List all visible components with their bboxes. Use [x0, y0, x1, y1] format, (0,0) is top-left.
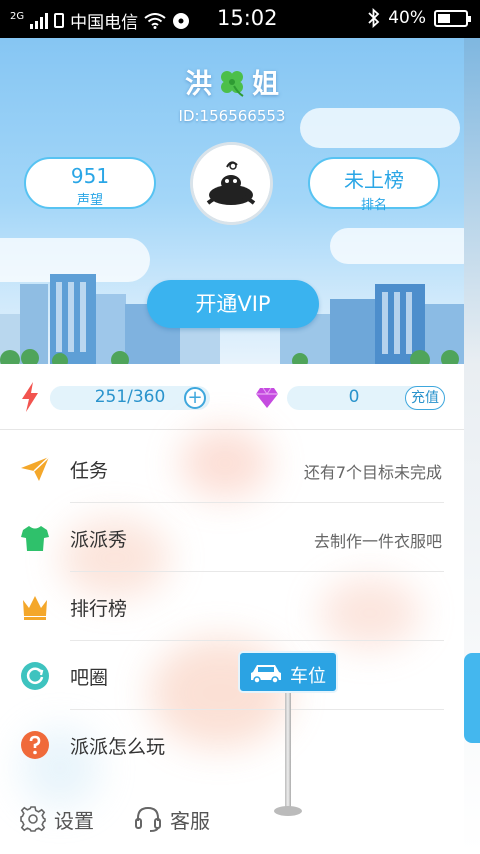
drawer-handle[interactable] [464, 653, 480, 743]
reputation-value: 951 [70, 164, 110, 188]
menu-item-hint: 还有7个目标未完成 [303, 463, 442, 482]
refresh-circle-icon [21, 662, 49, 690]
gem-value: 0 [348, 387, 360, 407]
menu-item-leaderboard[interactable]: 排行榜 [0, 572, 464, 641]
avatar-character-icon [193, 145, 270, 222]
rank-pill[interactable]: 未上榜 排名 [308, 157, 440, 213]
parking-spot-label: 车位 [290, 666, 326, 687]
menu-item-label: 吧圈 [70, 667, 109, 689]
add-energy-button[interactable]: + [184, 387, 206, 409]
menu-item-label: 派派秀 [70, 529, 128, 551]
service-label: 客服 [170, 808, 210, 833]
reputation-pill[interactable]: 951 声望 [24, 157, 156, 209]
menu-item-tasks[interactable]: 任务 还有7个目标未完成 [0, 434, 464, 503]
energy-bolt-icon [22, 382, 38, 412]
reputation-label: 声望 [76, 193, 103, 208]
profile-header: 洪 姐 ID:156566553 951 声望 未上榜 排名 开通VIP [0, 38, 464, 364]
background-page-edge [464, 38, 480, 854]
menu-item-label: 派派怎么玩 [70, 736, 166, 758]
menu-item-paipai-show[interactable]: 派派秀 去制作一件衣服吧 [0, 503, 464, 572]
resource-row: 251/360 + 0 充值 [0, 364, 464, 430]
menu-item-label: 任务 [70, 460, 109, 482]
clock: 15:02 [217, 6, 278, 30]
battery-icon [434, 9, 471, 27]
tshirt-icon [21, 526, 49, 551]
status-bar: 2G 中国电信 15:02 40% [0, 0, 480, 38]
menu-item-bar-circle[interactable]: 吧圈 [0, 641, 464, 710]
sign-pole-base [274, 806, 302, 816]
customer-service-button[interactable]: 客服 [134, 802, 210, 836]
battery-percent: 40% [388, 8, 426, 28]
user-name: 洪 姐 [0, 62, 464, 101]
car-icon [251, 665, 281, 684]
question-icon [21, 731, 49, 759]
menu-item-hint: 去制作一件衣服吧 [313, 532, 442, 551]
gear-icon [20, 806, 46, 832]
signal-icon [30, 12, 49, 29]
recharge-button[interactable]: 充值 [405, 386, 445, 410]
diamond-icon [256, 388, 278, 408]
status-right: 40% [368, 8, 471, 28]
disc-icon [173, 12, 190, 29]
settings-button[interactable]: 设置 [20, 802, 94, 836]
sign-pole [285, 693, 291, 809]
clover-icon [221, 70, 244, 97]
crown-icon [23, 596, 47, 620]
menu-item-how-to-play[interactable]: 派派怎么玩 [0, 710, 464, 779]
sim-icon [54, 13, 65, 28]
user-name-first: 洪 [185, 69, 212, 100]
status-left: 2G 中国电信 [10, 8, 190, 33]
parking-spot-button[interactable]: 车位 [238, 651, 338, 693]
avatar[interactable] [190, 142, 273, 225]
side-drawer: 洪 姐 ID:156566553 951 声望 未上榜 排名 开通VIP 251… [0, 38, 464, 854]
rank-label: 排名 [360, 198, 387, 213]
user-id: ID:156566553 [178, 107, 286, 125]
network-type: 2G [10, 11, 25, 22]
menu-item-label: 排行榜 [70, 598, 128, 620]
wifi-icon [144, 12, 166, 29]
bluetooth-icon [368, 8, 380, 28]
user-name-last: 姐 [252, 69, 279, 100]
paper-plane-icon [21, 456, 50, 481]
rank-value: 未上榜 [344, 168, 404, 192]
headset-icon [135, 806, 161, 832]
carrier-name: 中国电信 [70, 13, 139, 33]
settings-label: 设置 [54, 808, 94, 833]
open-vip-button[interactable]: 开通VIP [147, 280, 319, 328]
